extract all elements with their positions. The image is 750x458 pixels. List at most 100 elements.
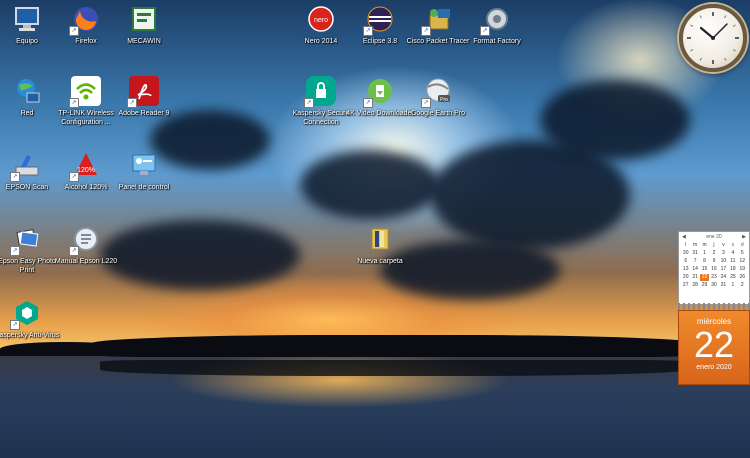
calendar-day-cell[interactable]: 17 [719, 266, 728, 273]
svg-text:120%: 120% [77, 167, 95, 174]
icon-label: Red [20, 110, 34, 117]
calendar-day-cell[interactable]: 6 [681, 258, 690, 265]
calendar-month-full: enero 2020 [696, 364, 732, 371]
calendar-prev-icon[interactable]: ◀ [682, 234, 686, 240]
calendar-day-cell[interactable]: 10 [719, 258, 728, 265]
calendar-day-cell[interactable]: 2 [738, 282, 747, 289]
calendar-day-cell[interactable]: 9 [709, 258, 718, 265]
kaspersky-secure-connection-icon: ↗ [304, 76, 336, 108]
clock-hour-hand [699, 26, 715, 40]
calendar-weekday-header: l [685, 242, 687, 248]
shortcut-arrow-icon: ↗ [69, 98, 79, 108]
wallpaper-reflection [100, 360, 690, 376]
adobe-reader-icon: ↗ [127, 76, 159, 108]
shortcut-arrow-icon: ↗ [480, 26, 490, 36]
calendar-day-cell[interactable]: 3 [719, 250, 728, 257]
calendar-day-cell[interactable]: 2 [709, 250, 718, 257]
calendar-day-number: 22 [693, 324, 735, 365]
calendar-day-cell[interactable]: 25 [728, 274, 737, 281]
icon-label: MECAWIN [127, 38, 161, 45]
shortcut-arrow-icon: ↗ [363, 26, 373, 36]
calendar-weekday-header: m [702, 242, 707, 248]
epson-easy-photo-print-icon: ↗ [10, 224, 42, 256]
wallpaper-treeline [90, 335, 700, 357]
desktop-icon-google-earth[interactable]: Pro ↗ Google Earth Pro [403, 76, 473, 118]
calendar-day-cell[interactable]: 7 [690, 258, 699, 265]
shortcut-arrow-icon: ↗ [421, 98, 431, 108]
calendar-next-icon[interactable]: ▶ [742, 234, 746, 240]
calendar-day-cell[interactable]: 20 [681, 274, 690, 281]
shortcut-arrow-icon: ↗ [10, 172, 20, 182]
clock-gadget[interactable] [679, 4, 747, 72]
calendar-day-cell[interactable]: 14 [690, 266, 699, 273]
calendar-header: ◀ ene 20 ▶ [679, 232, 749, 242]
icon-label: Nero 2014 [304, 38, 338, 45]
folder-icon [365, 224, 395, 254]
calendar-day-cell[interactable]: 15 [700, 266, 709, 273]
calendar-day-cell[interactable]: 21 [690, 274, 699, 281]
calendar-weekday-header: d [740, 242, 744, 248]
eclipse-icon: ↗ [363, 4, 395, 36]
desktop-icon-manual-epson[interactable]: ↗ Manual Epson L220 [51, 224, 121, 266]
calendar-day-cell[interactable]: 30 [681, 250, 690, 257]
calendar-gadget-month[interactable]: ◀ ene 20 ▶ l m m j v s d 30 31 1 2 3 4 5 6 7 8 9 10 11 12 13 1… [678, 231, 750, 305]
icon-label: Cisco Packet Tracer [406, 38, 470, 45]
calendar-day-cell[interactable]: 24 [719, 274, 728, 281]
icon-label: Adobe Reader 9 [118, 110, 170, 117]
calendar-day-cell[interactable]: 28 [690, 282, 699, 289]
desktop-icon-kaspersky-av[interactable]: ↗ Kaspersky Anti-Virus [0, 298, 62, 340]
calendar-day-cell[interactable]: 1 [728, 282, 737, 289]
desktop-icon-nueva-carpeta[interactable]: Nueva carpeta [345, 224, 415, 266]
calendar-day-cell[interactable]: 19 [738, 266, 747, 273]
svg-text:nero: nero [314, 17, 328, 24]
desktop-icon-mecawin[interactable]: MECAWIN [109, 4, 179, 46]
tplink-wireless-icon: ↗ [69, 76, 101, 108]
calendar-day-cell[interactable]: 23 [709, 274, 718, 281]
svg-text:Pro: Pro [440, 97, 448, 103]
manual-epson-icon: ↗ [69, 224, 101, 256]
calendar-day-cell[interactable]: 13 [681, 266, 690, 273]
icon-label: Eclipse 3.8 [362, 38, 398, 45]
alcohol-120-icon: 120% ↗ [69, 150, 101, 182]
calendar-day-cell[interactable]: 16 [709, 266, 718, 273]
calendar-grid: l m m j v s d 30 31 1 2 3 4 5 6 7 8 9 10 11 12 13 14 15 16 17 18 19… [679, 242, 749, 289]
calendar-day-cell[interactable]: 12 [738, 258, 747, 265]
shortcut-arrow-icon: ↗ [10, 320, 20, 330]
format-factory-icon: ↗ [480, 4, 512, 36]
calendar-day-cell[interactable]: 31 [690, 250, 699, 257]
shortcut-arrow-icon: ↗ [363, 98, 373, 108]
desktop-icon-format-factory[interactable]: ↗ Format Factory [462, 4, 532, 46]
calendar-day-cell[interactable]: 8 [700, 258, 709, 265]
icon-label: EPSON Scan [5, 184, 49, 191]
calendar-day-cell[interactable]: 1 [700, 250, 709, 257]
shortcut-arrow-icon: ↗ [10, 246, 20, 256]
wallpaper-cloud [540, 80, 690, 160]
network-icon [12, 76, 42, 106]
calendar-day-cell[interactable]: 30 [709, 282, 718, 289]
calendar-weekday-header: m [693, 242, 698, 248]
icon-label: Nueva carpeta [357, 258, 403, 265]
calendar-day-cell[interactable]: 26 [738, 274, 747, 281]
calendar-day-cell[interactable]: 29 [700, 282, 709, 289]
calendar-day-cell[interactable]: 5 [738, 250, 747, 257]
wallpaper-cloud [100, 220, 300, 290]
calendar-gadget-day[interactable]: miércoles 22 enero 2020 [678, 310, 750, 385]
calendar-day-cell[interactable]: 27 [681, 282, 690, 289]
google-earth-pro-icon: Pro ↗ [421, 76, 453, 108]
calendar-day-cell[interactable]: 22 [699, 274, 710, 281]
calendar-day-cell[interactable]: 11 [728, 258, 737, 265]
icon-label: Alcohol 120% [64, 184, 108, 191]
calendar-day-cell[interactable]: 4 [728, 250, 737, 257]
calendar-month-year: ene 20 [706, 234, 722, 240]
clock-minute-hand [712, 23, 728, 39]
cisco-packet-tracer-icon: ↗ [421, 4, 453, 36]
icon-label: Manual Epson L220 [54, 258, 118, 265]
calendar-day-cell[interactable]: 18 [728, 266, 737, 273]
calendar-weekday-header: v [722, 242, 725, 248]
desktop-icon-control-panel[interactable]: Panel de control [109, 150, 179, 192]
calendar-day-cell[interactable]: 31 [719, 282, 728, 289]
icon-label: Firefox [75, 38, 97, 45]
nero-icon: nero [306, 4, 336, 34]
calendar-weekday-header: s [731, 242, 735, 248]
desktop-icon-adobe-reader[interactable]: ↗ Adobe Reader 9 [109, 76, 179, 118]
